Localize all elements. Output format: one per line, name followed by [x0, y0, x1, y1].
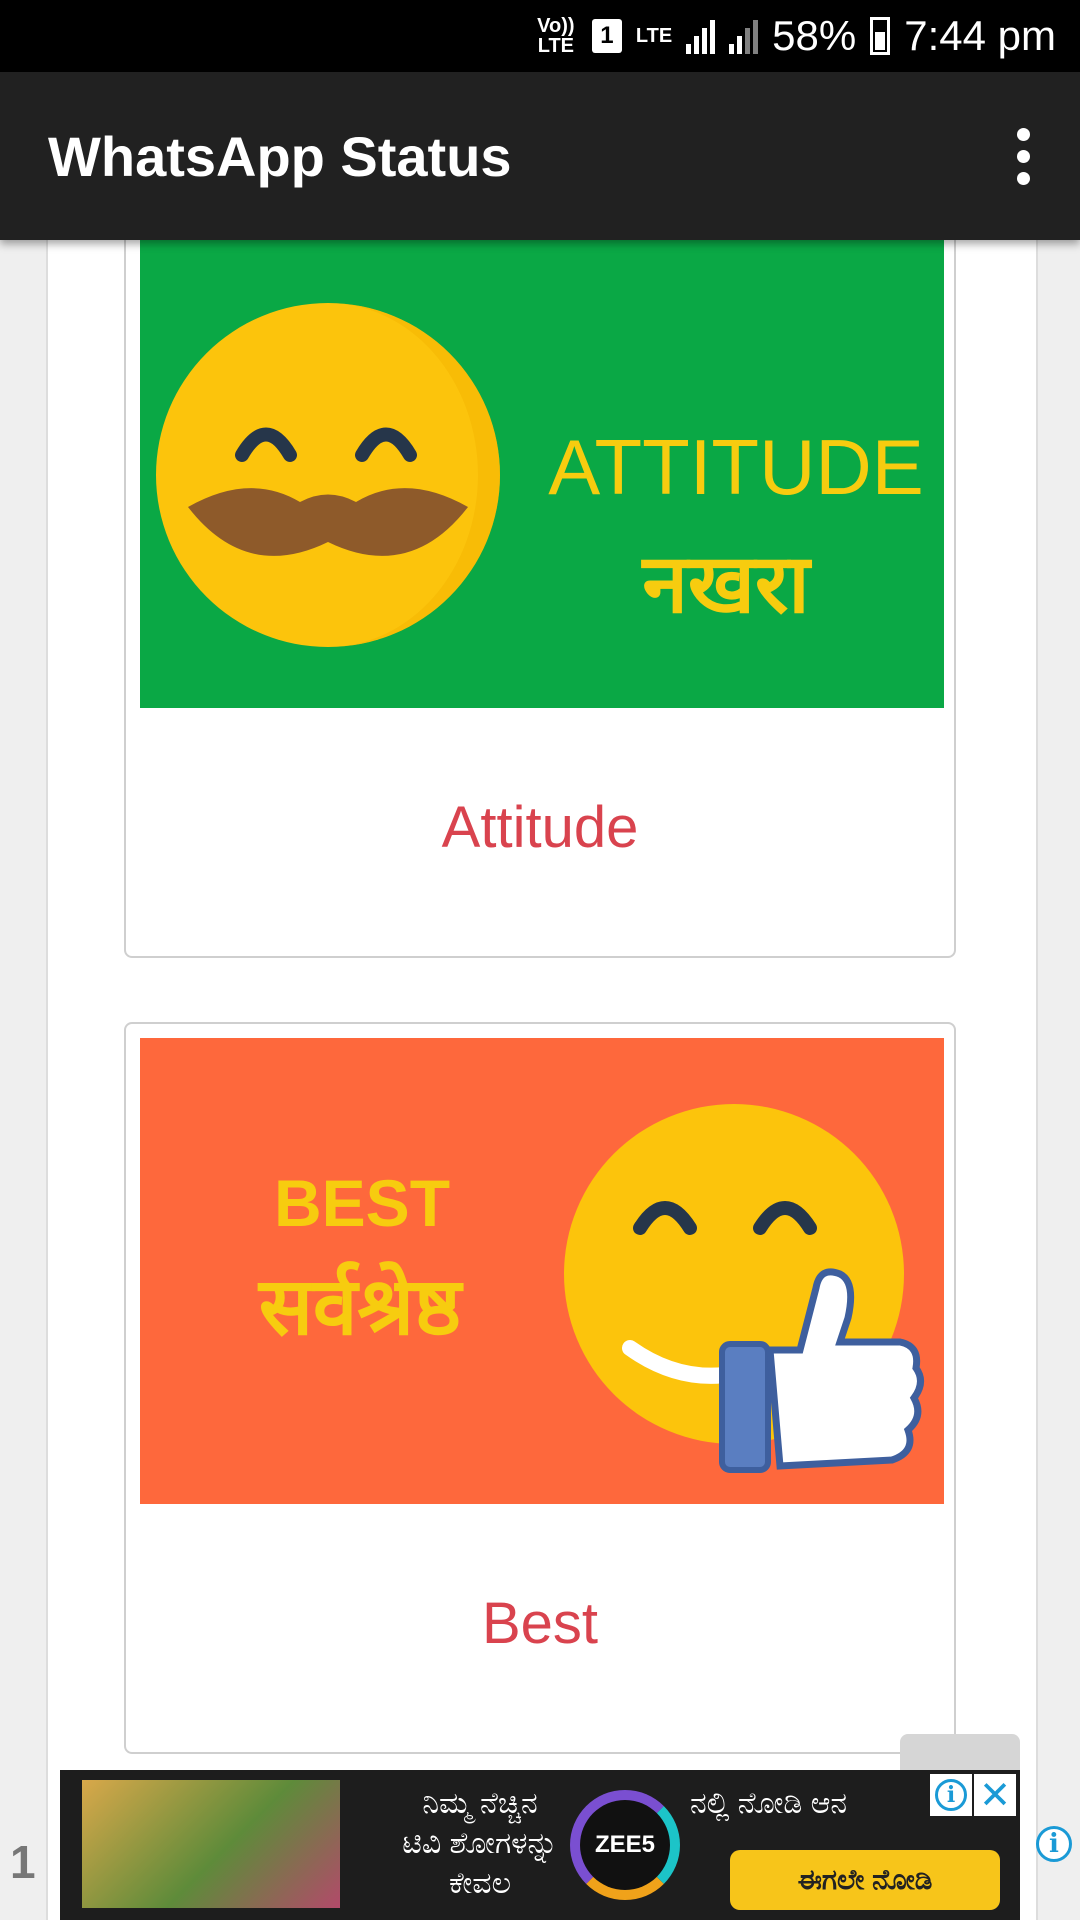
clock: 7:44 pm	[904, 12, 1056, 59]
sim-slot-icon: 1	[591, 19, 622, 53]
card-label-attitude: Attitude	[441, 795, 639, 860]
zee5-logo: ZEE5	[570, 1790, 680, 1900]
best-image-hi: सर्वश्रेष्ठ	[257, 1260, 464, 1353]
info-icon[interactable]: i	[1036, 1826, 1072, 1862]
ad-info-button[interactable]: i	[930, 1774, 972, 1816]
info-icon: i	[935, 1779, 967, 1811]
category-card-attitude[interactable]: ATTITUDE नखरा Attitude	[124, 140, 956, 958]
network-type: LTE	[635, 25, 673, 47]
category-card-best[interactable]: BEST सर्वश्रेष्ठ Best	[124, 1022, 956, 1754]
ad-side-number: 1	[10, 1836, 36, 1888]
zee5-brand-text: ZEE5	[594, 1831, 656, 1858]
battery-icon	[870, 17, 891, 55]
ad-image	[82, 1780, 340, 1908]
status-bar: Vo)) LTE 1 LTE 58% 7:44 pm	[0, 0, 1080, 72]
signal-icon	[686, 18, 716, 54]
ad-banner[interactable]: ನಿಮ್ಮ ನೆಚ್ಚಿನ ಟಿವಿ ಶೋಗಳನ್ನು ಕೇವಲ ZEE5 ನಲ…	[60, 1770, 1020, 1920]
ad-line-1: ನಿಮ್ಮ ನೆಚ್ಚಿನ	[422, 1787, 538, 1820]
more-vert-icon[interactable]	[1007, 118, 1040, 195]
battery-percent: 58%	[772, 12, 857, 59]
signal-icon-2	[729, 18, 759, 54]
attitude-image-hi: नखरा	[640, 537, 812, 632]
best-image: BEST सर्वश्रेष्ठ	[140, 1038, 944, 1504]
app-title: WhatsApp Status	[48, 124, 512, 188]
ad-line-3: ಕೇವಲ	[448, 1867, 512, 1900]
card-label-best: Best	[481, 1591, 599, 1656]
app-bar: WhatsApp Status	[0, 72, 1080, 240]
best-image-en: BEST	[274, 1166, 450, 1240]
ad-cta-button[interactable]: ಈಗಲೇ ನೋಡಿ	[730, 1850, 1000, 1910]
volte-indicator: Vo)) LTE	[537, 15, 575, 57]
attitude-image-en: ATTITUDE	[548, 423, 924, 511]
close-icon[interactable]: ✕	[974, 1774, 1016, 1817]
ad-line-4: ನಲ್ಲಿ ನೋಡಿ ಆನ	[690, 1787, 848, 1820]
